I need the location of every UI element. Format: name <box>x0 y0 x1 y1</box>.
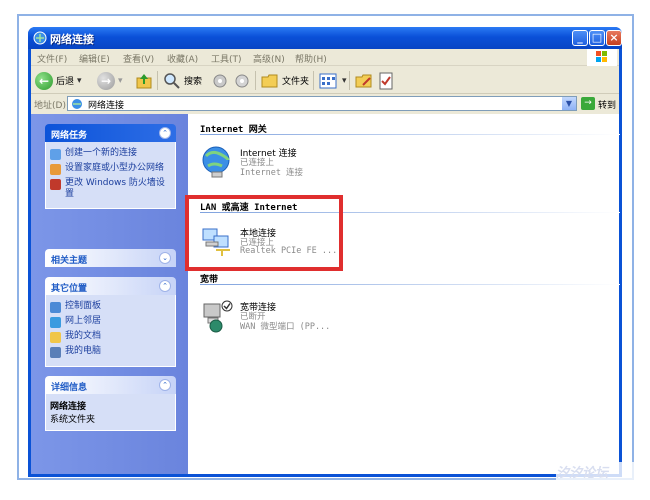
network-places-icon <box>50 317 61 328</box>
internet-gateway-icon <box>202 146 230 178</box>
search-icon <box>164 72 180 89</box>
minimize-button[interactable]: _ <box>572 30 588 46</box>
address-label: 地址(D) <box>34 101 66 111</box>
details-type: 系统文件夹 <box>50 415 96 425</box>
control-panel-icon <box>50 302 61 313</box>
collapse-icon-3[interactable]: ⌃ <box>159 379 171 391</box>
folders-button[interactable]: 文件夹 <box>261 70 309 91</box>
collapse-icon-2[interactable]: ⌃ <box>159 280 171 292</box>
task-create-connection[interactable]: 创建一个新的连接 <box>50 148 171 160</box>
related-topics-panel: 相关主题 ⌄ <box>45 249 176 267</box>
broadband-connection-item[interactable]: 宽带连接 已断开 WAN 微型端口 (PP... <box>200 298 360 338</box>
address-dropdown-icon[interactable]: ▼ <box>562 97 576 110</box>
content-area: 网络任务 ⌃ 创建一个新的连接 设置家庭或小型办公网络 更改 Windows 防… <box>31 114 620 474</box>
menu-help[interactable]: 帮助(H) <box>295 52 327 65</box>
network-tasks-header[interactable]: 网络任务 ⌃ <box>45 124 176 142</box>
menu-favorites[interactable]: 收藏(A) <box>167 52 198 65</box>
task-firewall-settings[interactable]: 更改 Windows 防火墙设置 <box>50 178 171 200</box>
other-places-header[interactable]: 其它位置 ⌃ <box>45 277 176 295</box>
maximize-button[interactable]: □ <box>589 30 605 46</box>
task-setup-home-network[interactable]: 设置家庭或小型办公网络 <box>50 163 171 175</box>
up-folder-icon <box>136 73 152 88</box>
menu-file[interactable]: 文件(F) <box>37 52 67 65</box>
internet-connection-device: Internet 连接 <box>240 168 304 178</box>
other-places-body: 控制面板 网上邻居 我的文档 我的电脑 <box>45 295 176 367</box>
properties-button[interactable] <box>377 70 395 91</box>
go-button[interactable]: 转到 <box>598 98 616 111</box>
window-title: 网络连接 <box>50 33 94 46</box>
folder-options-button[interactable] <box>355 70 373 91</box>
menu-view[interactable]: 查看(V) <box>123 52 154 65</box>
forward-arrow-icon: → <box>97 71 115 90</box>
folder-icon <box>261 74 278 87</box>
home-network-icon <box>50 164 61 175</box>
broadband-connection-device: WAN 微型端口 (PP... <box>240 322 331 332</box>
place-my-computer[interactable]: 我的电脑 <box>50 346 171 358</box>
collapse-icon[interactable]: ⌃ <box>159 127 171 139</box>
go-arrow-icon[interactable]: → <box>581 97 595 110</box>
properties-icon <box>379 72 393 89</box>
details-body: 网络连接 系统文件夹 <box>45 394 176 431</box>
gear-icon-2 <box>235 74 249 87</box>
gear-icon <box>213 74 227 87</box>
address-input[interactable]: 网络连接 ▼ <box>67 96 577 111</box>
back-arrow-icon: ← <box>35 71 53 90</box>
back-dropdown-icon[interactable]: ▾ <box>77 76 82 86</box>
forward-dropdown-icon[interactable]: ▾ <box>118 76 123 86</box>
my-documents-icon <box>50 332 61 343</box>
network-tasks-body: 创建一个新的连接 设置家庭或小型办公网络 更改 Windows 防火墙设置 <box>45 142 176 209</box>
views-icon <box>319 73 337 88</box>
menu-tools[interactable]: 工具(T) <box>211 52 242 65</box>
menu-edit[interactable]: 编辑(E) <box>79 52 110 65</box>
my-computer-icon <box>50 347 61 358</box>
views-button[interactable]: ▾ <box>319 70 347 91</box>
folder-edit-icon <box>355 74 372 87</box>
address-value: 网络连接 <box>88 101 125 111</box>
menu-bar: 文件(F) 编辑(E) 查看(V) 收藏(A) 工具(T) 高级(N) 帮助(H… <box>31 49 619 66</box>
place-my-documents[interactable]: 我的文档 <box>50 331 171 343</box>
group-divider <box>200 134 620 135</box>
forward-button[interactable]: → ▾ <box>97 70 123 91</box>
up-folder-button[interactable] <box>135 70 153 91</box>
toolbar: ← 后退 ▾ → ▾ 搜索 文件夹 ▾ <box>31 67 619 94</box>
details-header[interactable]: 详细信息 ⌃ <box>45 376 176 394</box>
related-topics-header[interactable]: 相关主题 ⌄ <box>45 249 176 267</box>
broadband-connection-icon <box>203 300 233 333</box>
place-network-neighborhood[interactable]: 网上邻居 <box>50 316 171 328</box>
internet-connection-item[interactable]: Internet 连接 已连接上 Internet 连接 <box>200 144 360 184</box>
address-bar: 地址(D) 网络连接 ▼ → 转到 <box>31 95 619 113</box>
other-places-panel: 其它位置 ⌃ 控制面板 网上邻居 我的文档 我的电脑 <box>45 277 176 367</box>
firewall-icon <box>50 179 61 190</box>
highlight-box <box>185 195 343 271</box>
network-tasks-panel: 网络任务 ⌃ 创建一个新的连接 设置家庭或小型办公网络 更改 Windows 防… <box>45 124 176 209</box>
search-button[interactable]: 搜索 <box>163 70 202 91</box>
network-connections-icon <box>33 31 47 45</box>
back-button[interactable]: ← 后退 ▾ <box>35 70 82 91</box>
group-divider-3 <box>200 284 620 285</box>
sync-button[interactable] <box>233 70 251 91</box>
task-pane: 网络任务 ⌃ 创建一个新的连接 设置家庭或小型办公网络 更改 Windows 防… <box>31 114 188 474</box>
views-dropdown-icon: ▾ <box>342 75 347 86</box>
expand-icon[interactable]: ⌄ <box>159 252 171 264</box>
place-control-panel[interactable]: 控制面板 <box>50 301 171 313</box>
menu-advanced[interactable]: 高级(N) <box>253 52 285 65</box>
details-name: 网络连接 <box>50 402 87 412</box>
network-folder-icon <box>72 99 82 109</box>
connections-pane: Internet 网关 Internet 连接 已连接上 Internet 连接… <box>188 114 620 474</box>
history-button[interactable] <box>211 70 229 91</box>
windows-logo-icon <box>587 49 617 66</box>
title-bar[interactable]: 网络连接 _ □ × <box>28 27 622 49</box>
details-panel: 详细信息 ⌃ 网络连接 系统文件夹 <box>45 376 176 431</box>
new-connection-icon <box>50 149 61 160</box>
close-button[interactable]: × <box>606 30 622 46</box>
watermark: 汐汐论坛 <box>556 462 636 481</box>
